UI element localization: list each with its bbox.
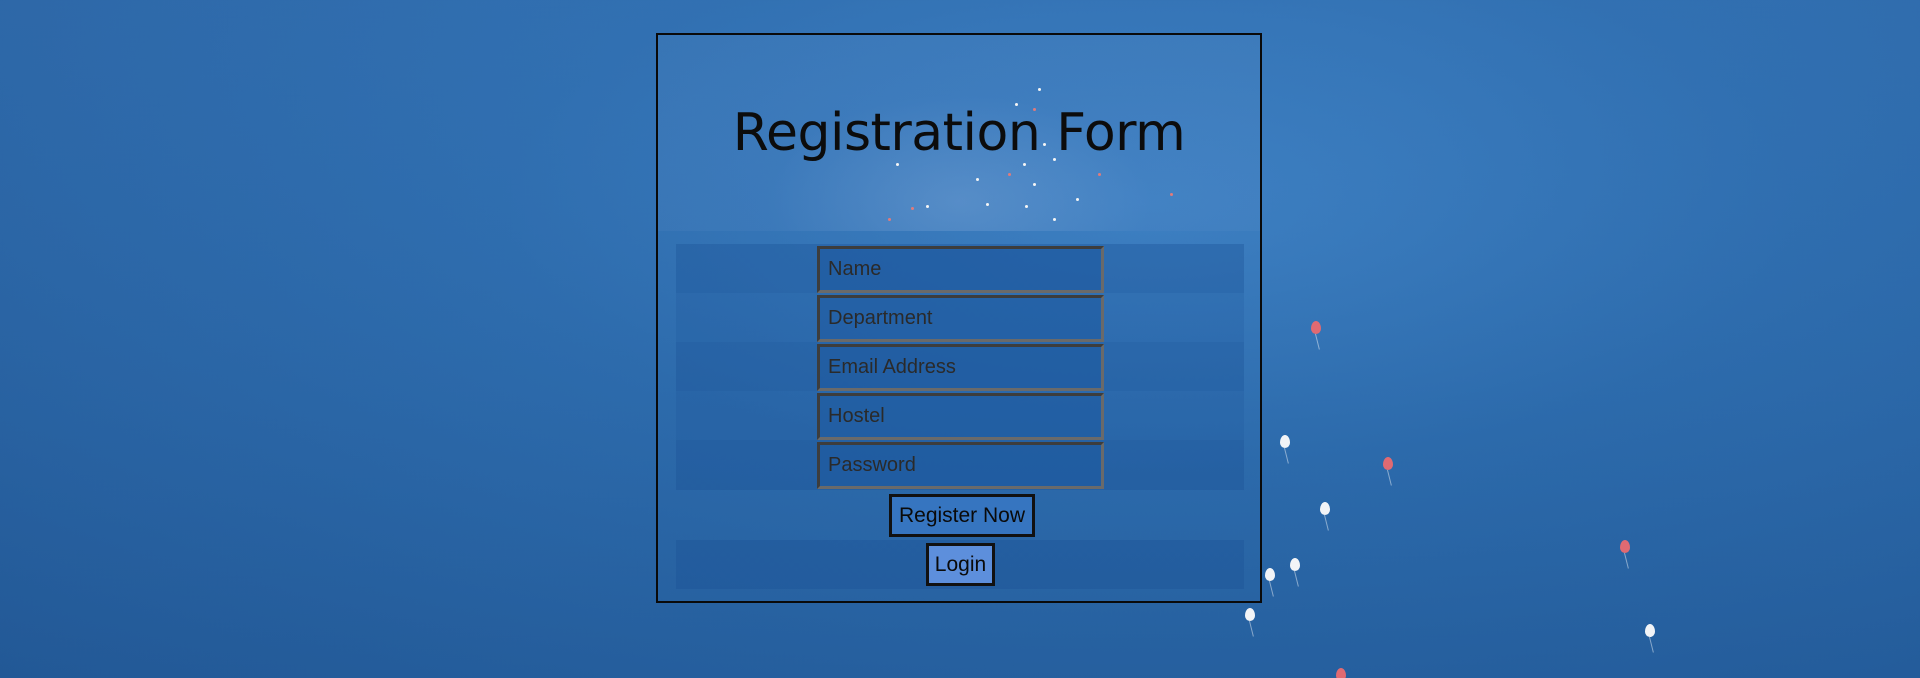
balloon-decoration bbox=[1033, 183, 1036, 186]
balloon-decoration bbox=[1336, 668, 1346, 678]
balloon-decoration bbox=[1280, 435, 1290, 448]
hostel-input[interactable] bbox=[817, 393, 1104, 440]
balloon-decoration bbox=[1645, 624, 1655, 637]
balloon-decoration bbox=[1383, 457, 1393, 470]
registration-form: Registration Form Register Now Login bbox=[656, 33, 1262, 603]
balloon-decoration bbox=[1098, 173, 1101, 176]
balloon-decoration bbox=[888, 218, 891, 221]
balloon-decoration bbox=[1053, 218, 1056, 221]
balloon-decoration bbox=[1620, 540, 1630, 553]
balloon-decoration bbox=[1076, 198, 1079, 201]
login-button[interactable]: Login bbox=[926, 543, 995, 586]
balloon-decoration bbox=[1025, 205, 1028, 208]
page-title: Registration Form bbox=[732, 103, 1186, 163]
email-input[interactable] bbox=[817, 344, 1104, 391]
register-now-button[interactable]: Register Now bbox=[889, 494, 1035, 537]
password-input[interactable] bbox=[817, 442, 1104, 489]
balloon-decoration bbox=[1023, 163, 1026, 166]
balloon-decoration bbox=[926, 205, 929, 208]
balloon-decoration bbox=[1320, 502, 1330, 515]
balloon-decoration bbox=[1038, 88, 1041, 91]
balloon-decoration bbox=[911, 207, 914, 210]
balloon-decoration bbox=[896, 163, 899, 166]
balloon-decoration bbox=[1290, 558, 1300, 571]
balloon-decoration bbox=[1008, 173, 1011, 176]
balloon-decoration bbox=[976, 178, 979, 181]
balloon-decoration bbox=[1245, 608, 1255, 621]
balloon-decoration bbox=[1265, 568, 1275, 581]
balloon-decoration bbox=[1311, 321, 1321, 334]
balloon-decoration bbox=[986, 203, 989, 206]
name-input[interactable] bbox=[817, 246, 1104, 293]
department-input[interactable] bbox=[817, 295, 1104, 342]
balloon-decoration bbox=[1170, 193, 1173, 196]
